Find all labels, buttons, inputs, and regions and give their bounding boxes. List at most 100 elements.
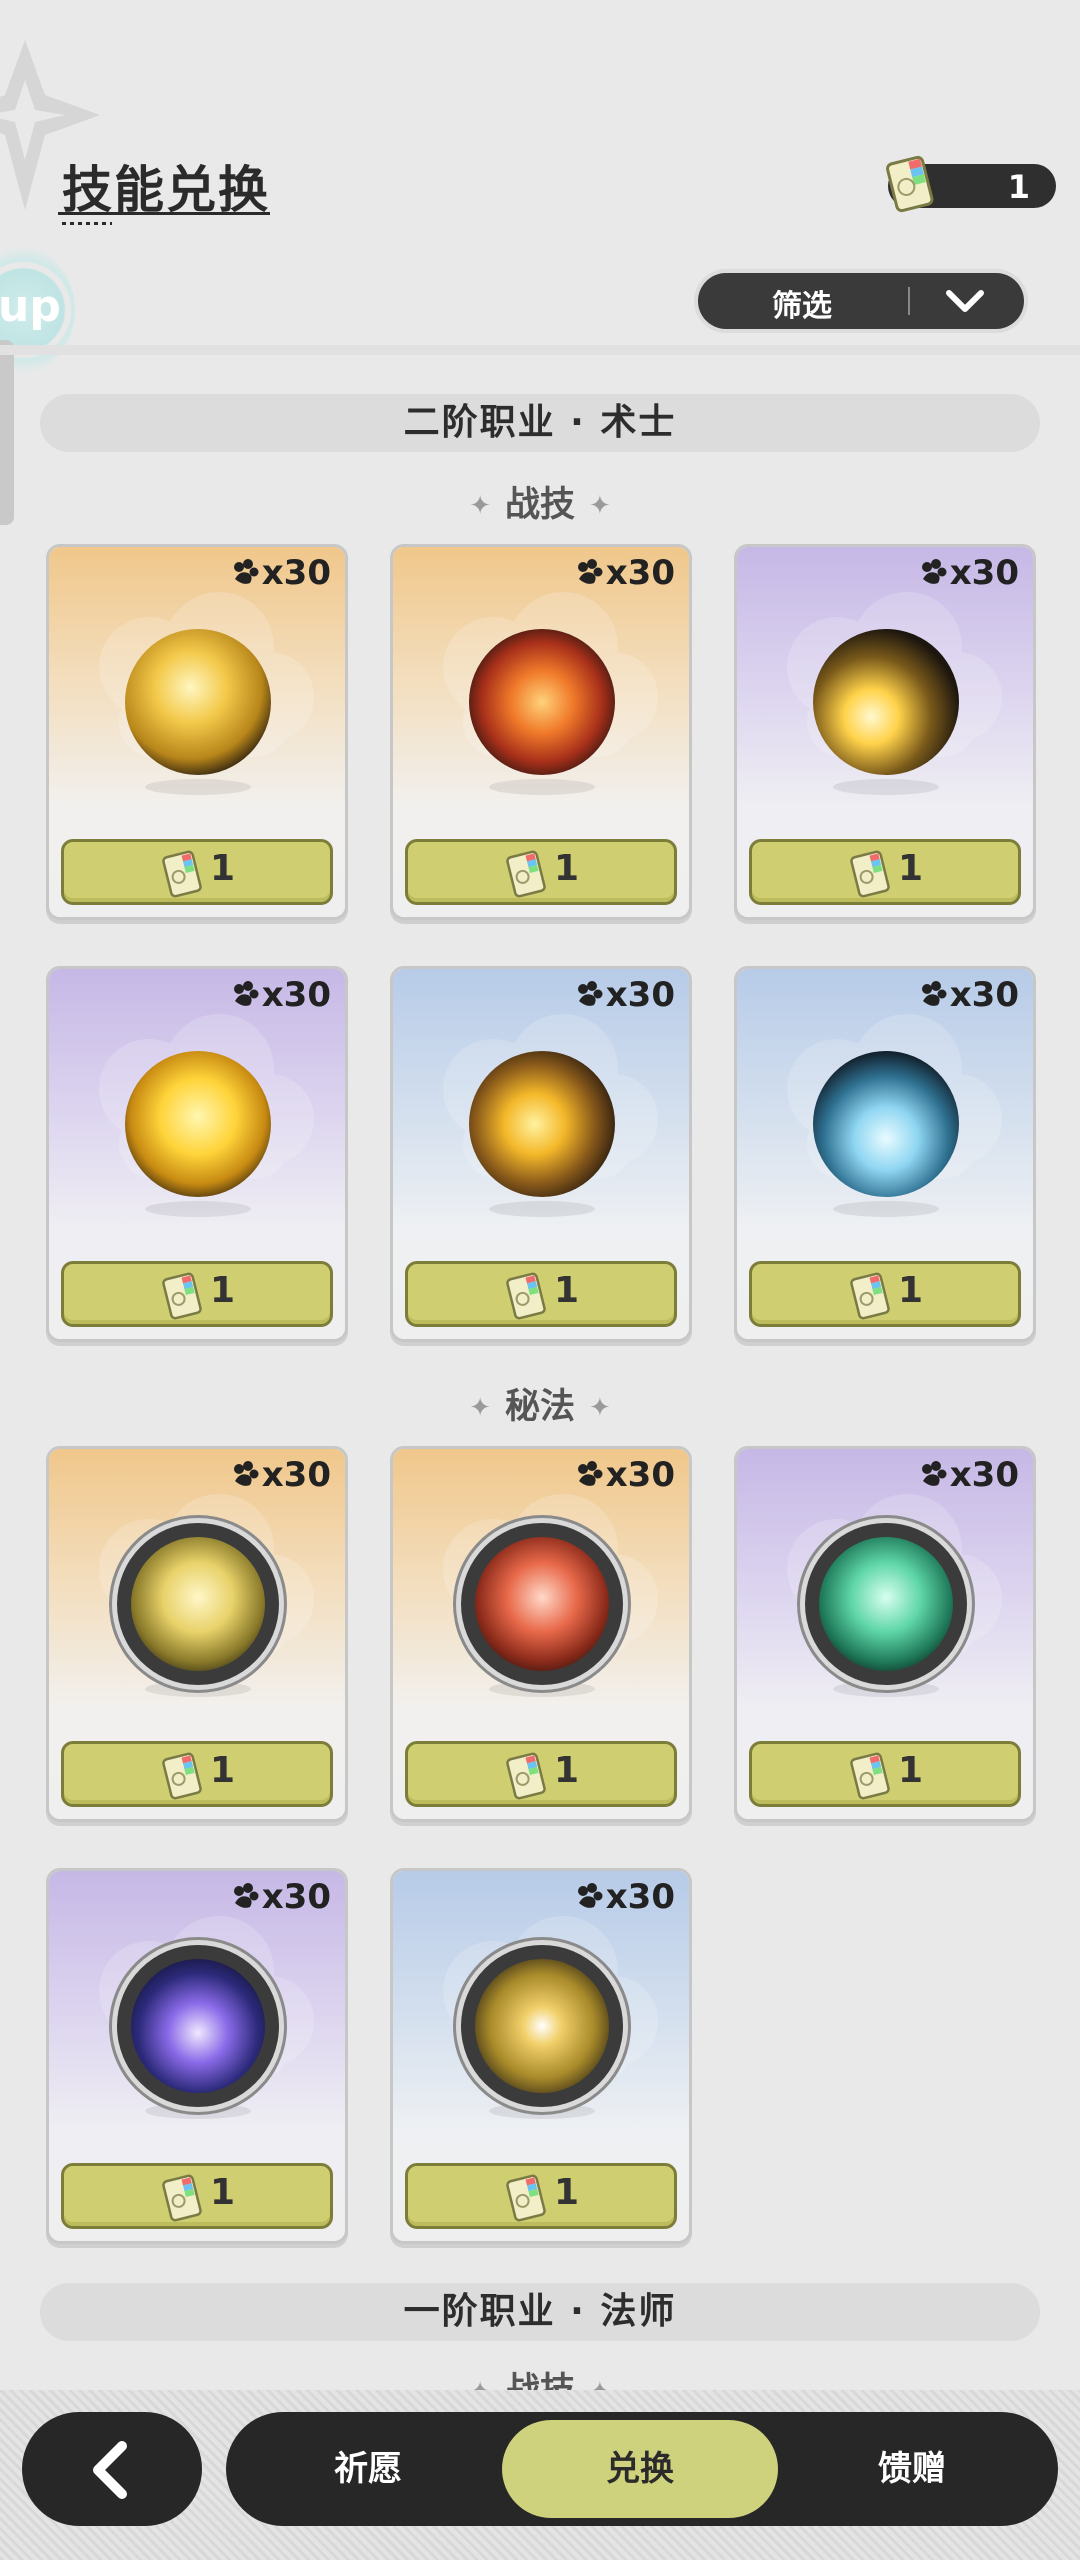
sparkle-icon: ✦ bbox=[469, 491, 491, 521]
exchange-price: 1 bbox=[554, 848, 580, 889]
skill-card[interactable]: x30 1 bbox=[390, 966, 692, 1342]
exchange-button[interactable]: 1 bbox=[749, 839, 1021, 905]
paw-icon bbox=[577, 1883, 603, 1908]
filter-label: 筛选 bbox=[772, 289, 832, 324]
paw-icon bbox=[233, 1883, 259, 1908]
card-cost: x30 bbox=[574, 975, 675, 1015]
paw-icon bbox=[577, 981, 603, 1006]
chevron-left-icon bbox=[93, 2441, 127, 2499]
icon-shadow bbox=[489, 779, 595, 795]
golden-figure-skill-icon bbox=[125, 1051, 271, 1197]
filter-dropdown[interactable]: 筛选 bbox=[698, 273, 1024, 329]
back-button[interactable] bbox=[22, 2412, 202, 2526]
exchange-price: 1 bbox=[210, 2172, 236, 2213]
ticket-icon bbox=[506, 1272, 546, 1320]
bottom-tab-bar: 祈愿 兑换 馈赠 bbox=[226, 2412, 1058, 2526]
exchange-button[interactable]: 1 bbox=[61, 839, 333, 905]
ticket-icon bbox=[506, 2174, 546, 2222]
skill-card[interactable]: x30 1 bbox=[734, 966, 1036, 1342]
skill-card[interactable]: x30 1 bbox=[734, 1446, 1036, 1822]
paw-icon bbox=[233, 1461, 259, 1486]
ticket-icon bbox=[162, 1752, 202, 1800]
ticket-icon bbox=[162, 850, 202, 898]
ice-crystal-skill-icon bbox=[813, 1051, 959, 1197]
group-title: ✦ 秘法 ✦ bbox=[469, 1387, 611, 1427]
group-title: ✦战技✦ bbox=[469, 485, 611, 525]
title-underline bbox=[58, 212, 270, 215]
paw-icon bbox=[577, 1461, 603, 1486]
exchange-button[interactable]: 1 bbox=[749, 1741, 1021, 1807]
sparkle-icon: ✦ bbox=[469, 1393, 491, 1423]
ticket-icon bbox=[506, 1752, 546, 1800]
exchange-button[interactable]: 1 bbox=[405, 1741, 677, 1807]
exchange-price: 1 bbox=[898, 1750, 924, 1791]
skill-card[interactable]: x30 1 bbox=[390, 544, 692, 920]
golden-shatter-rune-icon bbox=[461, 1945, 623, 2107]
red-flame-rune-icon bbox=[461, 1523, 623, 1685]
icon-shadow bbox=[145, 1201, 251, 1217]
chevron-down-icon bbox=[946, 290, 984, 312]
exchange-price: 1 bbox=[554, 1750, 580, 1791]
exchange-button[interactable]: 1 bbox=[61, 2163, 333, 2229]
filter-separator bbox=[908, 287, 910, 315]
icon-shadow bbox=[833, 1201, 939, 1217]
skill-card[interactable]: x30 1 bbox=[46, 1446, 348, 1822]
ticket-icon bbox=[506, 850, 546, 898]
card-cost: x30 bbox=[230, 1877, 331, 1917]
ticket-icon bbox=[162, 1272, 202, 1320]
skill-card[interactable]: x30 1 bbox=[390, 1446, 692, 1822]
exchange-price: 1 bbox=[898, 1270, 924, 1311]
card-cost: x30 bbox=[918, 1455, 1019, 1495]
card-cost: x30 bbox=[918, 553, 1019, 593]
exchange-button[interactable]: 1 bbox=[749, 1261, 1021, 1327]
lightning-strike-skill-icon bbox=[813, 629, 959, 775]
exchange-button[interactable]: 1 bbox=[61, 1741, 333, 1807]
exchange-price: 1 bbox=[210, 848, 236, 889]
currency-value: 1 bbox=[1007, 168, 1030, 206]
skill-card[interactable]: x30 1 bbox=[390, 1868, 692, 2244]
skill-card[interactable]: x30 1 bbox=[734, 544, 1036, 920]
title-dots bbox=[62, 222, 112, 225]
sparkle-icon: ✦ bbox=[589, 491, 611, 521]
section-title: 二阶职业 · 术士 bbox=[40, 394, 1040, 452]
exchange-price: 1 bbox=[554, 2172, 580, 2213]
icon-shadow bbox=[489, 1201, 595, 1217]
exchange-button[interactable]: 1 bbox=[405, 2163, 677, 2229]
section-title: 一阶职业 · 法师 bbox=[40, 2283, 1040, 2341]
exchange-price: 1 bbox=[210, 1270, 236, 1311]
ticket-icon bbox=[850, 850, 890, 898]
card-cost: x30 bbox=[230, 553, 331, 593]
exchange-price: 1 bbox=[554, 1270, 580, 1311]
golden-figure-rune-icon bbox=[117, 1523, 279, 1685]
exchange-button[interactable]: 1 bbox=[405, 839, 677, 905]
starry-night-rune-icon bbox=[117, 1945, 279, 2107]
sparkle-icon: ✦ bbox=[469, 2377, 491, 2390]
icon-shadow bbox=[833, 779, 939, 795]
skill-card[interactable]: x30 1 bbox=[46, 966, 348, 1342]
paw-icon bbox=[233, 981, 259, 1006]
card-cost: x30 bbox=[574, 1455, 675, 1495]
skill-card[interactable]: x30 1 bbox=[46, 1868, 348, 2244]
card-cost: x30 bbox=[574, 1877, 675, 1917]
exchange-button[interactable]: 1 bbox=[61, 1261, 333, 1327]
ticket-icon bbox=[886, 155, 934, 213]
tab-wish[interactable]: 祈愿 bbox=[268, 2412, 468, 2526]
group-title: ✦战技✦ bbox=[0, 2362, 1080, 2390]
icon-shadow bbox=[145, 779, 251, 795]
sparkle-icon: ✦ bbox=[589, 2377, 611, 2390]
exchange-button[interactable]: 1 bbox=[405, 1261, 677, 1327]
ticket-icon bbox=[850, 1752, 890, 1800]
currency-counter[interactable]: 1 bbox=[886, 155, 1056, 213]
sparkle-icon: ✦ bbox=[589, 1393, 611, 1423]
golden-slash-skill-icon bbox=[469, 1051, 615, 1197]
ticket-icon bbox=[162, 2174, 202, 2222]
ticket-icon bbox=[850, 1272, 890, 1320]
golden-star-burst-skill-icon bbox=[125, 629, 271, 775]
paw-icon bbox=[921, 559, 947, 584]
tab-exchange[interactable]: 兑换 bbox=[502, 2420, 778, 2518]
skill-card[interactable]: x30 1 bbox=[46, 544, 348, 920]
tab-gift[interactable]: 馈赠 bbox=[812, 2412, 1012, 2526]
paw-icon bbox=[921, 981, 947, 1006]
paw-icon bbox=[921, 1461, 947, 1486]
card-cost: x30 bbox=[230, 975, 331, 1015]
